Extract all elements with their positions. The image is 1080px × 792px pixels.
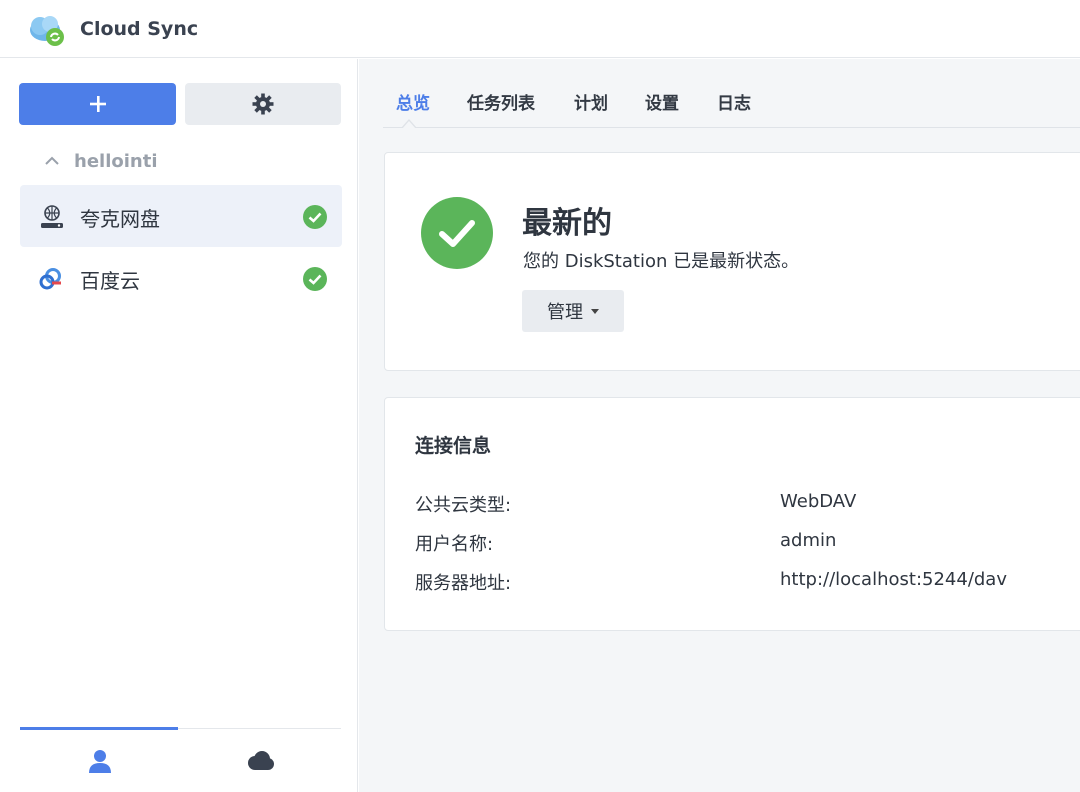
caret-down-icon xyxy=(591,308,599,314)
webdav-server-icon xyxy=(41,205,63,228)
sidebar: hellointi 夸克网盘 百度云 xyxy=(0,59,358,792)
status-description: 您的 DiskStation 已是最新状态。 xyxy=(523,251,800,272)
tab-schedule[interactable]: 计划 xyxy=(574,89,608,114)
info-row-cloud-type: 公共云类型: WebDAV xyxy=(415,491,1075,517)
tab-log[interactable]: 日志 xyxy=(717,89,751,114)
check-circle-icon xyxy=(303,205,327,229)
add-connection-button[interactable] xyxy=(19,83,176,125)
sidebar-bottom-tabs xyxy=(20,727,341,792)
baidu-cloud-icon xyxy=(39,268,61,290)
connection-info-title: 连接信息 xyxy=(415,435,492,457)
status-title: 最新的 xyxy=(522,206,612,241)
tab-task-list[interactable]: 任务列表 xyxy=(467,89,535,114)
info-key: 用户名称: xyxy=(415,534,494,555)
info-value: http://localhost:5244/dav xyxy=(780,569,1007,590)
app-title: Cloud Sync xyxy=(80,18,199,40)
settings-button[interactable] xyxy=(185,83,341,125)
tab-bar: 总览 任务列表 计划 设置 日志 xyxy=(383,59,1080,129)
active-tab-indicator xyxy=(401,119,417,129)
info-row-server-address: 服务器地址: http://localhost:5244/dav xyxy=(415,569,1075,595)
cloud-icon xyxy=(248,751,274,770)
main-panel: 总览 任务列表 计划 设置 日志 最新的 您的 DiskStation 已是最新… xyxy=(359,59,1080,792)
user-icon xyxy=(89,750,111,773)
cloud-sync-logo-icon xyxy=(30,16,64,46)
connection-info-card: 连接信息 公共云类型: WebDAV 用户名称: admin 服务器地址: ht… xyxy=(384,397,1080,631)
sidebar-item-label: 百度云 xyxy=(80,269,140,293)
info-row-username: 用户名称: admin xyxy=(415,530,1075,556)
title-bar: Cloud Sync xyxy=(0,0,1080,58)
tab-overview[interactable]: 总览 xyxy=(396,89,430,114)
tab-account[interactable] xyxy=(20,727,180,792)
tab-settings[interactable]: 设置 xyxy=(645,89,679,114)
plus-icon xyxy=(89,96,106,112)
tab-cloud[interactable] xyxy=(180,729,340,792)
sidebar-item-quark[interactable]: 夸克网盘 xyxy=(20,185,342,247)
info-key: 公共云类型: xyxy=(415,495,512,516)
check-circle-icon xyxy=(303,267,327,291)
account-group-header[interactable]: hellointi xyxy=(44,149,158,173)
status-card: 最新的 您的 DiskStation 已是最新状态。 管理 xyxy=(384,152,1080,371)
gear-icon xyxy=(252,93,274,115)
sidebar-item-baidu[interactable]: 百度云 xyxy=(20,247,342,309)
info-key: 服务器地址: xyxy=(415,573,512,594)
info-value: admin xyxy=(780,530,837,551)
manage-dropdown-button[interactable]: 管理 xyxy=(522,290,624,332)
sidebar-item-label: 夸克网盘 xyxy=(80,207,160,231)
account-group-label: hellointi xyxy=(74,150,158,172)
chevron-up-icon xyxy=(45,156,59,165)
info-value: WebDAV xyxy=(780,491,857,512)
check-circle-icon xyxy=(421,197,493,269)
manage-label: 管理 xyxy=(547,302,583,323)
